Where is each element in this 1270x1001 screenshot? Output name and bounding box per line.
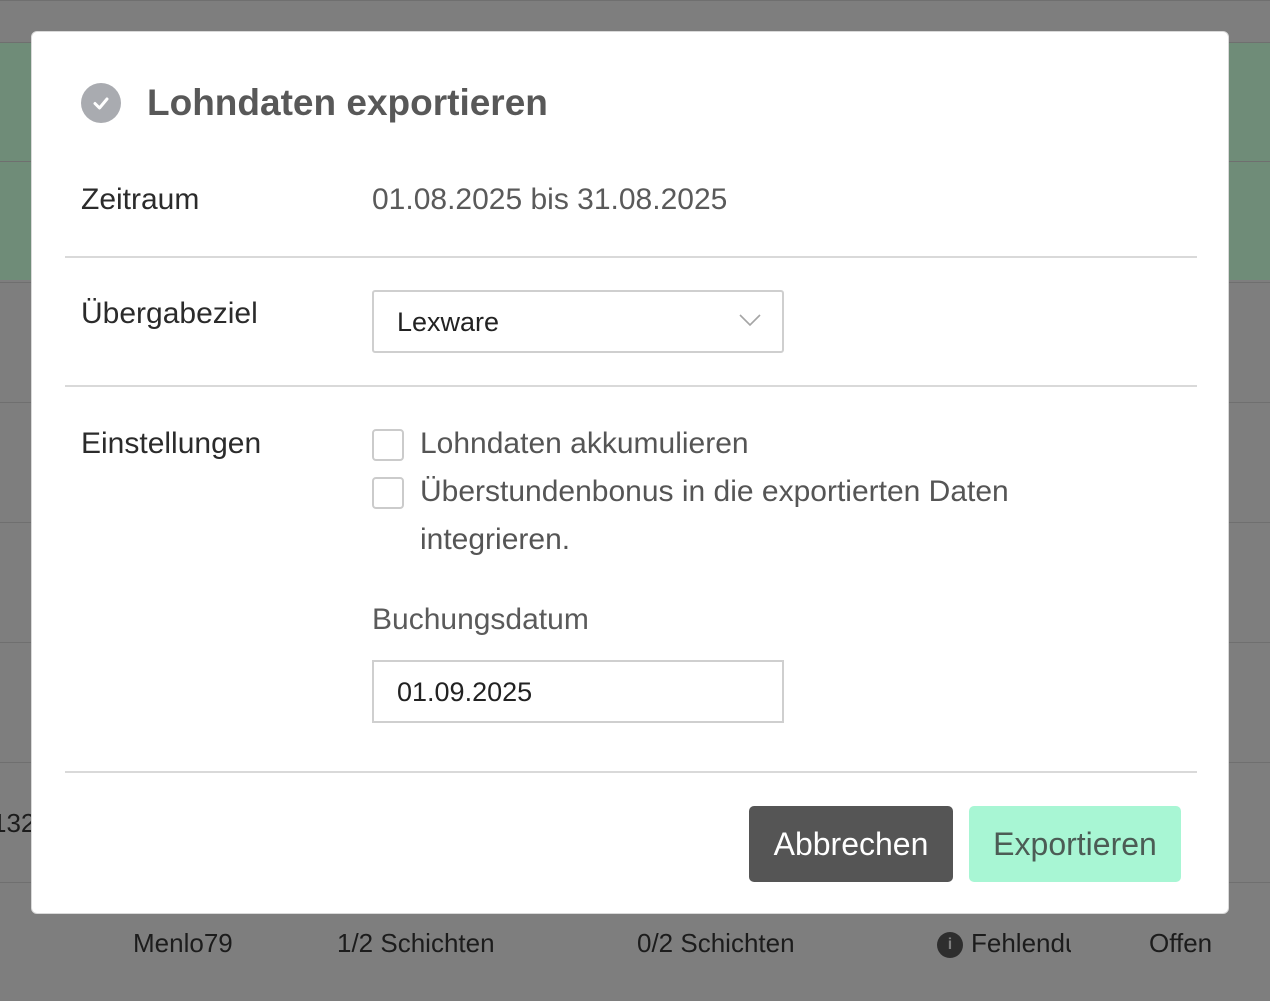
chevron-down-icon (739, 314, 761, 327)
export-dialog: Lohndaten exportieren Zeitraum 01.08.202… (31, 31, 1229, 914)
overtime-bonus-checkbox[interactable] (372, 477, 404, 509)
target-select[interactable]: Lexware (372, 290, 784, 353)
settings-label: Einstellungen (81, 427, 262, 460)
dialog-header: Lohndaten exportieren (81, 82, 548, 124)
row-col-1: 1/2 Schichten (337, 928, 495, 958)
booking-date-value: 01.09.2025 (397, 677, 533, 707)
dialog-title: Lohndaten exportieren (147, 82, 548, 123)
booking-date-label: Buchungsdatum (372, 603, 589, 636)
accumulate-checkbox[interactable] (372, 429, 404, 461)
booking-date-input[interactable]: 01.09.2025 (372, 660, 784, 723)
row-col-3: Fehlendu (971, 928, 1071, 958)
target-select-value: Lexware (397, 307, 500, 337)
cancel-button[interactable]: Abbrechen (749, 806, 953, 882)
row-col-4: Offen (1149, 928, 1213, 958)
target-label: Übergabeziel (81, 297, 258, 330)
row-name: Menlo79 (133, 928, 233, 958)
divider (65, 256, 1197, 258)
period-value: 01.08.2025 bis 31.08.2025 (372, 183, 728, 216)
accumulate-label[interactable]: Lohndaten akkumulieren (420, 420, 1120, 468)
divider (65, 385, 1197, 387)
row-col-2: 0/2 Schichten (637, 928, 795, 958)
divider (65, 771, 1197, 773)
check-circle-icon (81, 83, 121, 123)
overtime-bonus-label[interactable]: Überstundenbonus in die exportierten Dat… (420, 468, 1080, 564)
info-icon: i (937, 932, 963, 958)
export-button[interactable]: Exportieren (969, 806, 1181, 882)
period-label: Zeitraum (81, 183, 200, 216)
